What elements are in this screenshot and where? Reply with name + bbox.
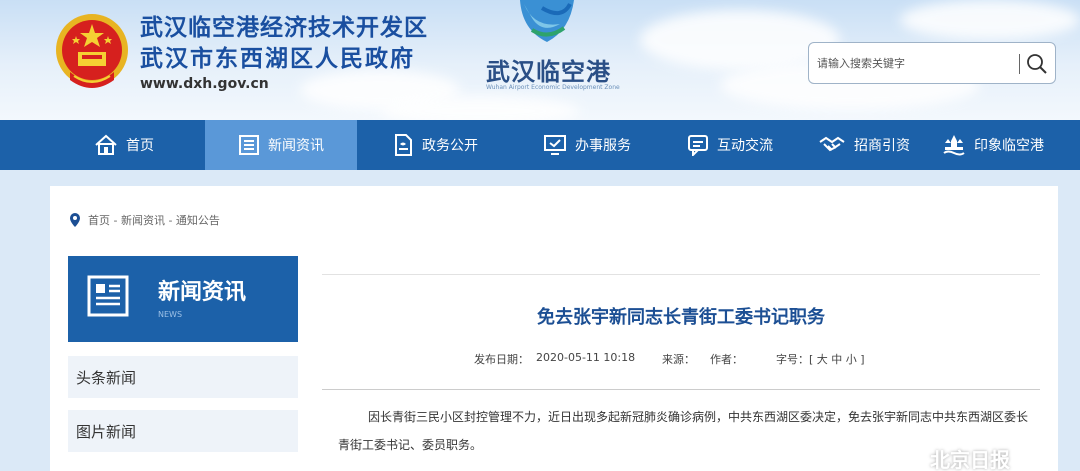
handshake-icon	[819, 136, 845, 152]
airport-logo-subtitle: Wuhan Airport Economic Development Zone	[486, 84, 620, 91]
search-separator	[1019, 54, 1020, 74]
source-label: 来源：	[662, 353, 695, 366]
nav-item-services[interactable]: 办事服务	[543, 120, 631, 170]
wechat-icon	[896, 447, 926, 469]
home-icon	[95, 134, 117, 155]
site-header: 武汉临空港经济技术开发区 武汉市东西湖区人民政府 www.dxh.gov.cn …	[0, 0, 1080, 120]
breadcrumb-text[interactable]: 首页 - 新闻资讯 - 通知公告	[88, 212, 220, 228]
content-panel: 首页 - 新闻资讯 - 通知公告 新闻资讯 NEWS 头条新闻 图片新闻 免去张…	[50, 186, 1058, 471]
sidebar-item-photo-news[interactable]: 图片新闻	[68, 410, 298, 452]
sidebar-heading-subtitle: NEWS	[158, 310, 183, 319]
airport-logo-icon	[520, 0, 574, 42]
watermark-text: 北京日报	[930, 448, 1010, 471]
nav-label: 办事服务	[575, 138, 631, 154]
article-divider	[322, 389, 1040, 390]
sidebar-item-label: 图片新闻	[76, 422, 137, 441]
sidebar-item-label: 头条新闻	[76, 368, 137, 387]
nav-label: 互动交流	[717, 138, 773, 154]
nav-item-interaction[interactable]: 互动交流	[687, 120, 773, 170]
sidebar-heading: 新闻资讯 NEWS	[68, 256, 298, 342]
national-emblem-icon	[56, 14, 128, 88]
monitor-check-icon	[544, 135, 566, 155]
nav-item-home[interactable]: 首页	[94, 120, 154, 170]
nav-label: 首页	[126, 138, 154, 154]
document-icon	[395, 134, 412, 156]
nav-item-investment[interactable]: 招商引资	[818, 120, 910, 170]
news-icon	[87, 275, 129, 317]
article: 免去张宇新同志长青街工委书记职务 发布日期： 2020-05-11 10:18 …	[322, 274, 1040, 471]
search-icon[interactable]	[1025, 52, 1049, 76]
article-title: 免去张宇新同志长青街工委书记职务	[537, 307, 825, 328]
landmark-icon	[943, 135, 965, 156]
location-pin-icon	[70, 213, 80, 227]
site-title-line2: 武汉市东西湖区人民政府	[140, 45, 415, 72]
nav-label: 政务公开	[422, 138, 478, 154]
breadcrumb: 首页 - 新闻资讯 - 通知公告	[70, 212, 220, 228]
airport-logo-text: 武汉临空港	[486, 58, 611, 86]
nav-label: 新闻资讯	[268, 138, 324, 154]
site-title-line1: 武汉临空港经济技术开发区	[140, 14, 428, 41]
search-box	[808, 42, 1056, 84]
sidebar-item-headlines[interactable]: 头条新闻	[68, 356, 298, 398]
font-size-control[interactable]: 字号：[ 大 中 小 ]	[776, 351, 865, 367]
nav-label: 印象临空港	[974, 138, 1044, 154]
search-input[interactable]	[817, 53, 1013, 73]
publish-date: 2020-05-11 10:18	[536, 351, 636, 364]
nav-item-impression[interactable]: 印象临空港	[942, 120, 1044, 170]
publish-date-label: 发布日期：	[474, 353, 529, 366]
author-label: 作者：	[710, 353, 743, 366]
watermark: 北京日报	[896, 444, 1010, 471]
nav-label: 招商引资	[854, 138, 910, 154]
nav-item-news[interactable]: 新闻资讯	[205, 120, 357, 170]
chat-icon	[688, 135, 708, 156]
nav-item-gov-affairs[interactable]: 政务公开	[392, 120, 478, 170]
main-nav: 首页 新闻资讯 政务公开 办事服务 互动交流 招商引资 印象临空港	[0, 120, 1080, 170]
sidebar-heading-title: 新闻资讯	[158, 280, 247, 305]
site-url[interactable]: www.dxh.gov.cn	[140, 76, 269, 92]
news-icon	[239, 135, 259, 155]
